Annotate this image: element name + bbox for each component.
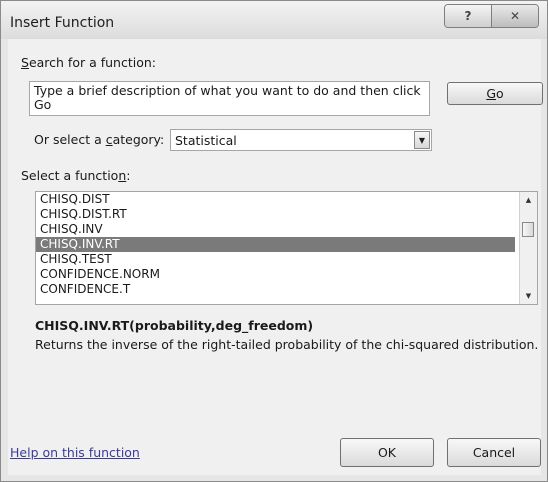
function-listbox[interactable]: CHISQ.DIST CHISQ.DIST.RT CHISQ.INV CHISQ…	[35, 191, 538, 305]
scroll-down-icon[interactable]: ▼	[520, 288, 537, 304]
list-item[interactable]: CHISQ.TEST	[36, 252, 515, 267]
category-value: Statistical	[175, 133, 237, 148]
help-icon: ?	[464, 9, 472, 23]
function-description: Returns the inverse of the right-tailed …	[35, 337, 539, 352]
dialog-title: Insert Function	[10, 15, 115, 31]
function-list-label: Select a function:	[21, 168, 131, 183]
category-label: Or select a category:	[34, 132, 165, 147]
ok-button[interactable]: OK	[340, 438, 434, 467]
search-input[interactable]: Type a brief description of what you wan…	[29, 81, 430, 116]
help-button[interactable]: ?	[445, 5, 491, 27]
insert-function-dialog: Insert Function ? ✕ Search for a functio…	[0, 0, 548, 482]
close-icon: ✕	[509, 9, 521, 23]
dropdown-arrow-icon[interactable]: ▼	[414, 131, 430, 149]
close-button[interactable]: ✕	[491, 5, 538, 27]
list-item-selected[interactable]: CHISQ.INV.RT	[36, 237, 515, 252]
go-button[interactable]: Go	[447, 82, 543, 105]
list-item[interactable]: CHISQ.DIST.RT	[36, 207, 515, 222]
title-bar-buttons: ? ✕	[444, 4, 539, 28]
help-on-function-link[interactable]: Help on this function	[10, 445, 140, 460]
cancel-button[interactable]: Cancel	[447, 438, 541, 467]
title-bar[interactable]: Insert Function ? ✕	[1, 1, 547, 39]
list-item[interactable]: CHISQ.DIST	[36, 192, 515, 207]
list-item[interactable]: CONFIDENCE.NORM	[36, 267, 515, 282]
scrollbar-thumb[interactable]	[522, 222, 534, 237]
vertical-scrollbar[interactable]: ▲ ▼	[519, 192, 537, 304]
list-item[interactable]: CHISQ.INV	[36, 222, 515, 237]
search-label: Search for a function:	[21, 55, 156, 70]
scroll-up-icon[interactable]: ▲	[520, 192, 537, 208]
list-item[interactable]: CONFIDENCE.T	[36, 282, 515, 297]
category-select[interactable]: Statistical ▼	[170, 129, 432, 151]
function-signature: CHISQ.INV.RT(probability,deg_freedom)	[35, 318, 314, 333]
